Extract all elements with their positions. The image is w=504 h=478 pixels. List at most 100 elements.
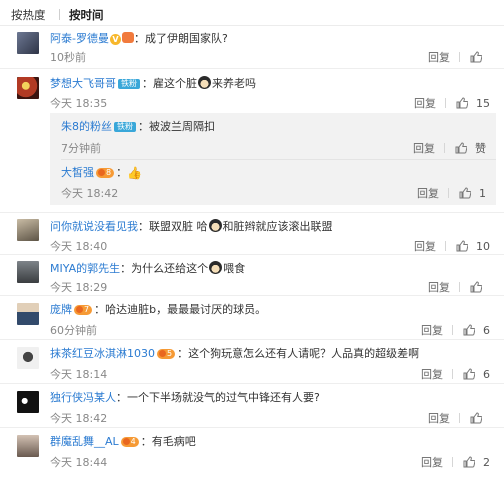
- face-emoji-icon: [209, 261, 223, 274]
- tab-sort-by-time[interactable]: 按时间: [69, 7, 104, 23]
- like-icon[interactable]: [470, 51, 482, 63]
- action-divider: [459, 413, 460, 423]
- comment-item: MIYA的郭先生：为什么还给这个 喂食 今天 18:29 回复: [0, 254, 504, 295]
- reply-button[interactable]: 回复: [414, 238, 436, 254]
- sort-divider: [59, 9, 60, 20]
- reply-username[interactable]: 大皙强: [61, 166, 94, 179]
- comment-item: 群魔乱舞__AL 4 ：有毛病吧 今天 18:44 回复 2: [0, 427, 504, 478]
- comment-username[interactable]: 独行侠冯某人: [50, 391, 116, 404]
- comment-time: 今天 18:42: [50, 412, 108, 425]
- like-icon[interactable]: [455, 142, 467, 154]
- like-icon[interactable]: [470, 281, 482, 293]
- comment-item: 梦想大飞哥哥 铁粉 ：雇这个脏 来养老吗 今天 18:35 回复 15 朱8的粉丝 铁粉…: [0, 68, 504, 212]
- avatar[interactable]: [17, 303, 39, 325]
- action-divider: [444, 143, 445, 153]
- comment-time: 10秒前: [50, 51, 86, 64]
- fan-badge: 铁粉: [114, 122, 136, 132]
- comment-text-tail: 喂食: [223, 262, 246, 275]
- comment-username[interactable]: 群魔乱舞__AL: [50, 435, 119, 448]
- comment-text: ：联盟双脏 哈: [138, 220, 208, 233]
- comment-text: ：雇这个脏: [142, 77, 197, 90]
- comment-time: 今天 18:29: [50, 281, 108, 294]
- comment-username[interactable]: 抹茶红豆冰淇淋1030: [50, 347, 155, 360]
- like-icon[interactable]: [463, 456, 475, 468]
- reply-divider: [61, 159, 496, 160]
- action-divider: [452, 369, 453, 379]
- reply-username[interactable]: 朱8的粉丝: [61, 120, 112, 133]
- reply-time: 今天 18:42: [61, 187, 119, 200]
- comment-time: 今天 18:40: [50, 240, 108, 253]
- action-divider: [459, 52, 460, 62]
- comment-item: 抹茶红豆冰淇淋1030 5 ：这个狗玩意怎么还有人请呢？人品真的超级差啊 今天 18…: [0, 339, 504, 383]
- comment-username[interactable]: 阿泰-罗德曼: [50, 32, 109, 45]
- reply-button[interactable]: 回复: [428, 49, 450, 65]
- reply-button[interactable]: 回复: [428, 410, 450, 426]
- reply-text: ：: [116, 166, 128, 179]
- comment-text: ：有毛病吧: [140, 435, 196, 448]
- like-count: 6: [483, 323, 490, 337]
- fan-badge: 铁粉: [118, 79, 140, 89]
- member-icon: [121, 32, 134, 43]
- comment-text-tail: 来养老吗: [212, 77, 256, 90]
- reply-list: 朱8的粉丝 铁粉 ：被波兰周隔扣 7分钟前 回复 赞 大皙强 8 ：👍 今天 18:42…: [50, 113, 496, 205]
- comment-time: 今天 18:44: [50, 456, 108, 469]
- avatar[interactable]: [17, 77, 39, 99]
- tab-sort-by-hot[interactable]: 按热度: [11, 7, 46, 23]
- reply-text: ：被波兰周隔扣: [138, 120, 215, 133]
- comment-username[interactable]: MIYA的郭先生: [50, 262, 120, 275]
- reply-time: 7分钟前: [61, 142, 101, 155]
- avatar[interactable]: [17, 32, 39, 54]
- comment-item: 阿泰-罗德曼 V ：成了伊朗国家队? 10秒前 回复: [0, 27, 504, 67]
- like-icon[interactable]: [463, 368, 475, 380]
- comment-username[interactable]: 庞牌: [50, 303, 72, 316]
- avatar[interactable]: [17, 391, 39, 413]
- reply-button[interactable]: 回复: [413, 140, 435, 156]
- avatar[interactable]: [17, 435, 39, 457]
- action-divider: [445, 98, 446, 108]
- comment-username[interactable]: 问你就说没看见我: [50, 220, 138, 233]
- like-icon[interactable]: [456, 240, 468, 252]
- like-icon[interactable]: [456, 97, 468, 109]
- like-icon[interactable]: [459, 187, 471, 199]
- comment-time: 今天 18:14: [50, 368, 108, 381]
- action-divider: [445, 241, 446, 251]
- action-divider: [459, 282, 460, 292]
- like-count: 2: [483, 455, 490, 469]
- gold-fan-badge: 8: [96, 168, 115, 178]
- reply-button[interactable]: 回复: [428, 279, 450, 295]
- verified-icon: V: [109, 34, 121, 45]
- like-label: 赞: [475, 142, 486, 155]
- like-count: 6: [483, 367, 490, 381]
- comment-time: 60分钟前: [50, 324, 97, 337]
- like-icon[interactable]: [470, 412, 482, 424]
- action-divider: [448, 188, 449, 198]
- reply-button[interactable]: 回复: [417, 185, 439, 201]
- comment-username[interactable]: 梦想大飞哥哥: [50, 77, 116, 90]
- like-icon[interactable]: [463, 324, 475, 336]
- avatar[interactable]: [17, 219, 39, 241]
- reply-button[interactable]: 回复: [421, 366, 443, 382]
- gold-fan-badge: 5: [157, 349, 176, 359]
- like-count: 15: [476, 96, 490, 110]
- reply-button[interactable]: 回复: [414, 95, 436, 111]
- comment-item: 问你就说没看见我：联盟双脏 哈 和脏辫就应该滚出联盟 今天 18:40 回复 10: [0, 212, 504, 254]
- reply-button[interactable]: 回复: [421, 454, 443, 470]
- action-divider: [452, 325, 453, 335]
- avatar[interactable]: [17, 347, 39, 369]
- comment-text: ：成了伊朗国家队?: [133, 32, 228, 45]
- reply-button[interactable]: 回复: [421, 322, 443, 338]
- face-emoji-icon: [208, 219, 222, 232]
- comment-text: ：这个狗玩意怎么还有人请呢？人品真的超级差啊: [177, 347, 420, 360]
- comment-text-tail: 和脏辫就应该滚出联盟: [222, 220, 333, 233]
- like-count: 10: [476, 239, 490, 253]
- comment-item: 独行侠冯某人：一个下半场就没气的过气中锋还有人要? 今天 18:42 回复: [0, 383, 504, 427]
- avatar[interactable]: [17, 261, 39, 283]
- comment-text: ：哈达迪脏b，最最最讨厌的球员。: [94, 303, 267, 316]
- gold-fan-badge: 4: [120, 437, 139, 447]
- action-divider: [452, 457, 453, 467]
- thumbs-up-emoji-icon: 👍: [127, 166, 143, 180]
- comment-time: 今天 18:35: [50, 97, 108, 110]
- sort-bar: 按热度 按时间: [0, 0, 504, 26]
- comment-text: ：一个下半场就没气的过气中锋还有人要?: [116, 391, 320, 404]
- comment-item: 庞牌 7 ：哈达迪脏b，最最最讨厌的球员。 60分钟前 回复 6: [0, 295, 504, 339]
